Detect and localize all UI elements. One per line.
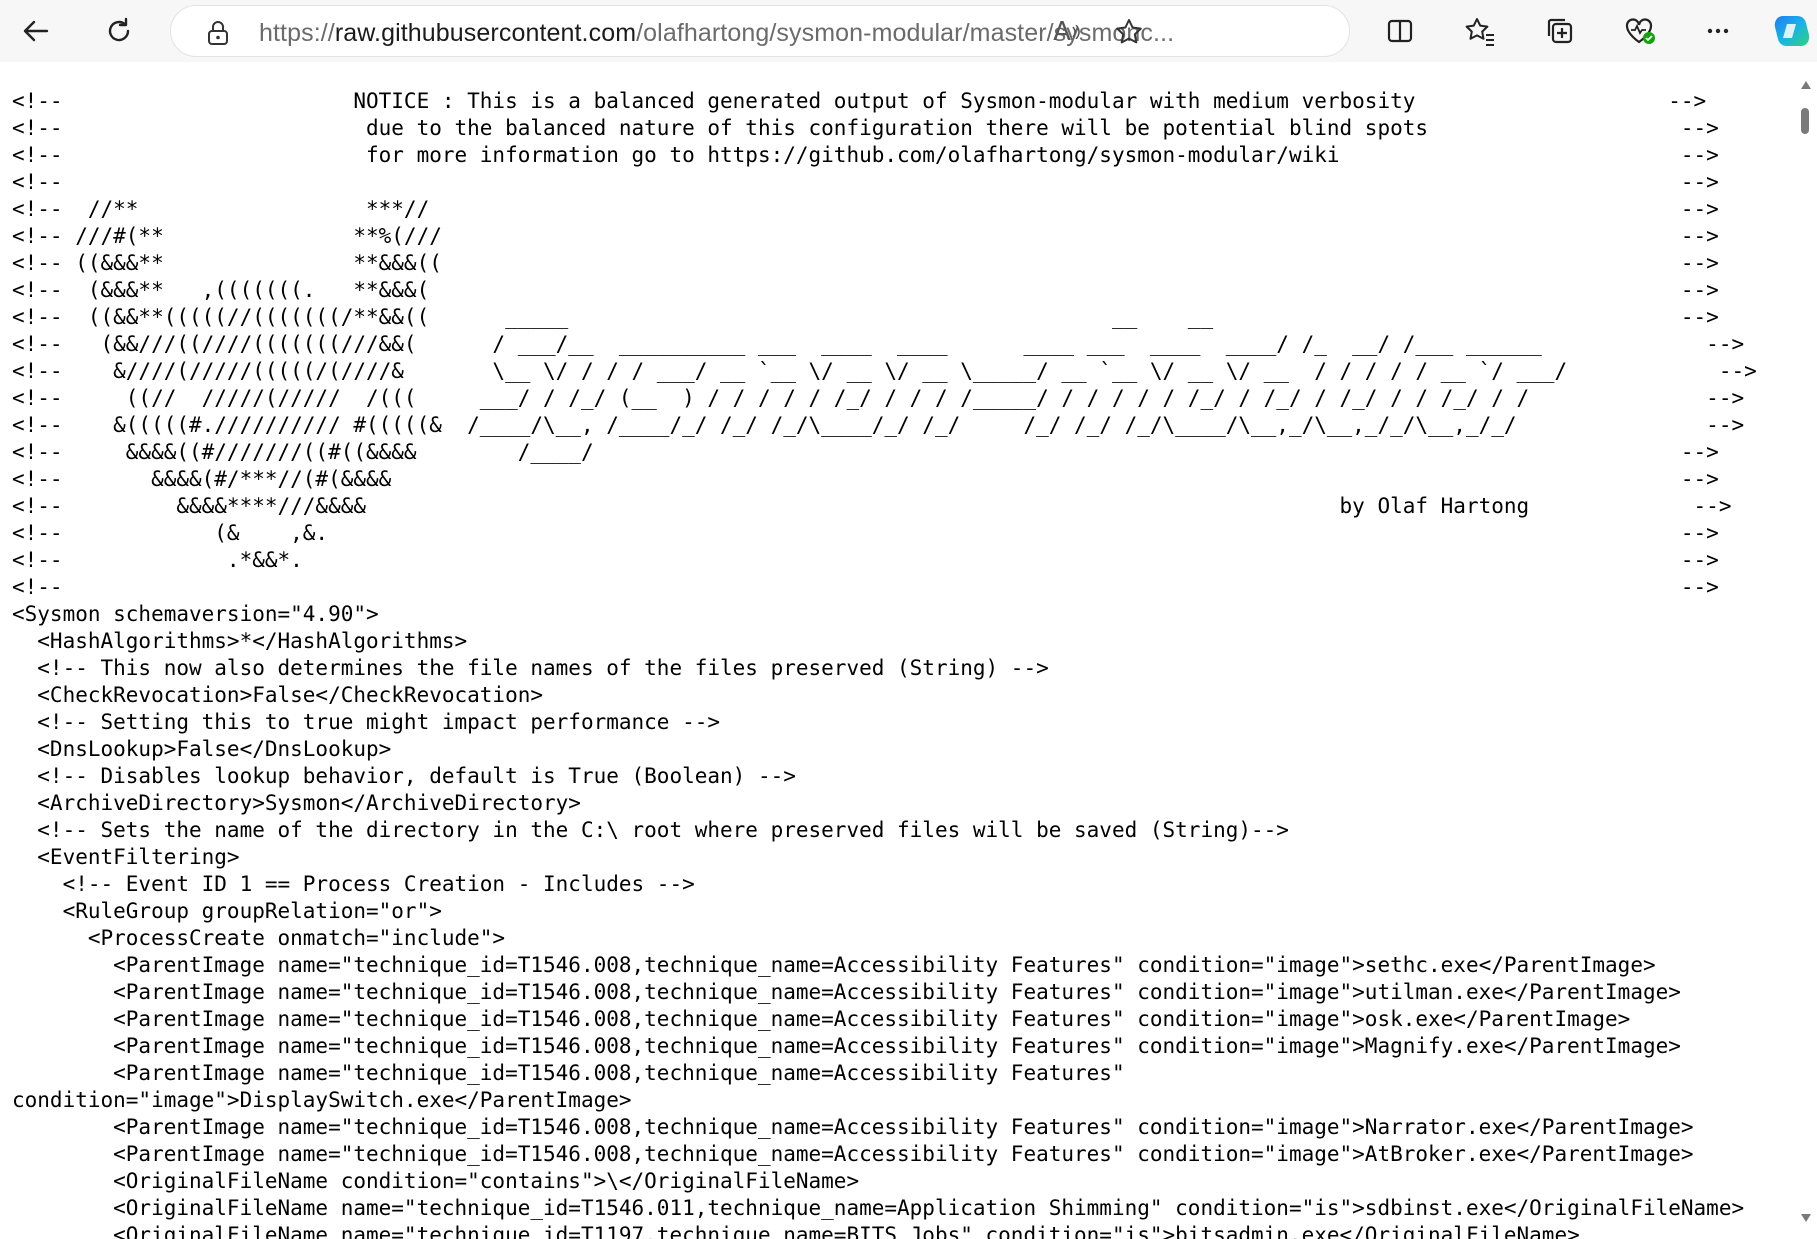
source-line: <!-- -->	[12, 575, 1719, 599]
source-line: <!-- (& ,&. -->	[12, 521, 1719, 545]
source-line: <!-- Disables lookup behavior, default i…	[12, 764, 796, 788]
source-line: <!-- .*&&*. -->	[12, 548, 1719, 572]
source-line: <!-- Setting this to true might impact p…	[12, 710, 721, 734]
source-line: <!-- due to the balanced nature of this …	[12, 116, 1719, 140]
source-line: <OriginalFileName condition="contains">\…	[12, 1169, 860, 1193]
source-line: <ParentImage name="technique_id=T1546.00…	[12, 1007, 1631, 1031]
source-line: <ParentImage name="technique_id=T1546.00…	[12, 1142, 1694, 1166]
split-screen-icon	[1387, 19, 1413, 43]
source-line: <!-- -->	[12, 170, 1719, 194]
split-screen-button[interactable]	[1378, 9, 1422, 53]
scroll-up-arrow-icon[interactable]	[1800, 80, 1812, 90]
source-line: <!-- for more information go to https://…	[12, 143, 1719, 167]
favorite-button[interactable]	[1113, 16, 1145, 48]
browser-essentials-button[interactable]	[1618, 9, 1662, 53]
source-line: <!-- &(((((#.////////// #(((((& /____/\_…	[12, 413, 1745, 437]
lock-icon[interactable]	[206, 20, 230, 46]
source-line: <ParentImage name="technique_id=T1546.00…	[12, 1061, 1125, 1085]
refresh-button[interactable]	[97, 9, 141, 53]
source-line: <OriginalFileName name="technique_id=T15…	[12, 1196, 1745, 1220]
favorite-star-icon	[1116, 19, 1142, 44]
browser-essentials-icon	[1625, 18, 1655, 44]
read-aloud-waves	[1072, 25, 1080, 39]
source-line: <Sysmon schemaversion="4.90">	[12, 602, 379, 626]
url-host: raw.githubusercontent.com	[334, 19, 637, 47]
favorites-icon	[1465, 18, 1494, 46]
source-line: <!-- ((&&&** **&&&(( -->	[12, 251, 1719, 275]
source-line: <!-- This now also determines the file n…	[12, 656, 1049, 680]
source-line: <ArchiveDirectory>Sysmon</ArchiveDirecto…	[12, 791, 581, 815]
sysmon-config-source: <!-- NOTICE : This is a balanced generat…	[12, 88, 1757, 1239]
source-line: <!-- Event ID 1 == Process Creation - In…	[12, 872, 695, 896]
vertical-scrollbar[interactable]	[1795, 62, 1817, 1239]
url-path: /olafhartong/sysmon-modular/master/sysmo…	[636, 19, 1175, 47]
browser-toolbar: https://raw.githubusercontent.com/olafha…	[0, 0, 1817, 62]
raw-file-view: <!-- NOTICE : This is a balanced generat…	[0, 62, 1795, 1239]
refresh-icon	[108, 17, 130, 42]
source-line: condition="image">DisplaySwitch.exe</Par…	[12, 1088, 632, 1112]
read-aloud-button[interactable]: A	[1051, 16, 1083, 48]
collections-button[interactable]	[1538, 9, 1582, 53]
source-line: <!-- &&&&((#///////((#((&&&& /____/ -->	[12, 440, 1719, 464]
source-line: <!-- Sets the name of the directory in t…	[12, 818, 1289, 842]
source-line: <ParentImage name="technique_id=T1546.00…	[12, 953, 1656, 977]
source-line: <!-- &&&&(#/***//(#(&&&& -->	[12, 467, 1719, 491]
favorites-button[interactable]	[1458, 9, 1502, 53]
source-line: <!-- //** ***// -->	[12, 197, 1719, 221]
source-line: <RuleGroup groupRelation="or">	[12, 899, 442, 923]
copilot-icon	[1774, 16, 1810, 46]
url-text[interactable]: https://raw.githubusercontent.com/olafha…	[259, 19, 1174, 48]
scrollbar-thumb[interactable]	[1801, 108, 1809, 134]
url-prefix: https://	[259, 19, 335, 47]
copilot-button[interactable]	[1770, 9, 1814, 53]
scroll-down-arrow-icon[interactable]	[1800, 1213, 1812, 1223]
source-line: <EventFiltering>	[12, 845, 240, 869]
source-line: <!-- (&&///((////(((((((///&&( / ___/__ …	[12, 332, 1745, 356]
source-line: <!-- ((&&**(((((//(((((((/**&&(( _____ _…	[12, 305, 1719, 329]
source-line: <ParentImage name="technique_id=T1546.00…	[12, 980, 1681, 1004]
address-bar[interactable]: https://raw.githubusercontent.com/olafha…	[170, 5, 1350, 57]
source-line: <!-- NOTICE : This is a balanced generat…	[12, 89, 1707, 113]
source-line: <!-- &////(/////(((((/(////& \__ \/ / / …	[12, 359, 1757, 383]
source-line: <OriginalFileName name="technique_id=T11…	[12, 1223, 1580, 1239]
source-line: <ParentImage name="technique_id=T1546.00…	[12, 1115, 1694, 1139]
more-icon	[1707, 28, 1729, 34]
more-button[interactable]	[1696, 9, 1740, 53]
source-line: <!-- ((// /////(///// /((( ___/ / /_/ (_…	[12, 386, 1745, 410]
source-line: <!-- (&&&** ,(((((((. **&&&( -->	[12, 278, 1719, 302]
source-line: <CheckRevocation>False</CheckRevocation>	[12, 683, 544, 707]
read-aloud-icon: A	[1053, 17, 1071, 47]
source-line: <DnsLookup>False</DnsLookup>	[12, 737, 392, 761]
collections-icon	[1547, 18, 1573, 44]
source-line: <ProcessCreate onmatch="include">	[12, 926, 506, 950]
source-line: <ParentImage name="technique_id=T1546.00…	[12, 1034, 1681, 1058]
back-button[interactable]	[13, 9, 57, 53]
source-line: <!-- &&&&****///&&&& by Olaf Hartong -->	[12, 494, 1732, 518]
back-arrow-icon	[23, 20, 49, 42]
source-line: <HashAlgorithms>*</HashAlgorithms>	[12, 629, 468, 653]
source-line: <!-- ///#(** **%(/// -->	[12, 224, 1719, 248]
